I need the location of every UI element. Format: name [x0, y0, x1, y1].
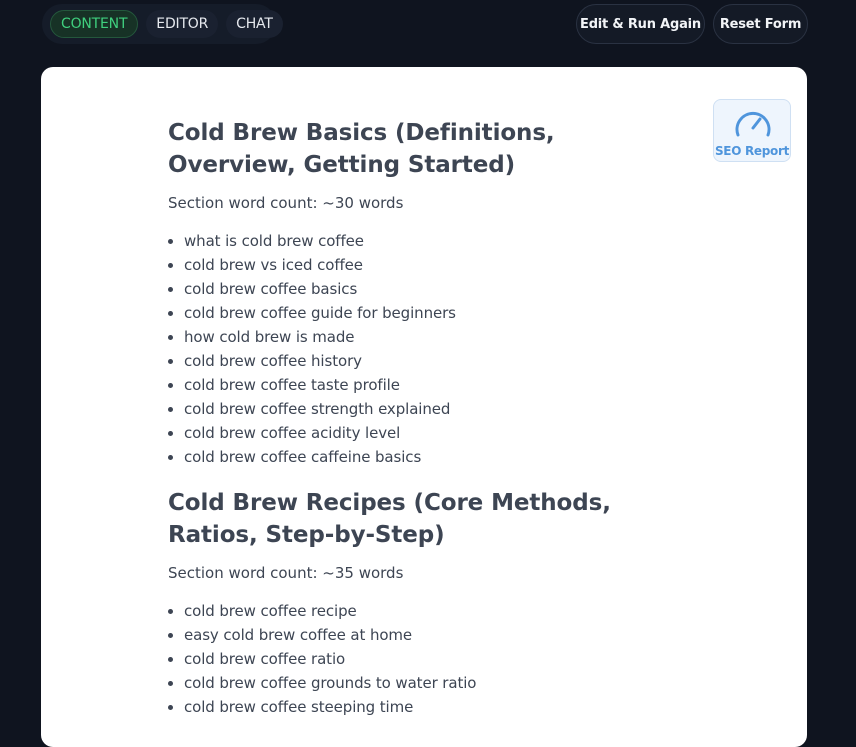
seo-report-label: SEO Report	[714, 144, 790, 158]
content-body: Cold Brew Basics (Definitions, Overview,…	[168, 117, 688, 719]
keyword-list: cold brew coffee recipe easy cold brew c…	[168, 599, 688, 719]
section-basics: Cold Brew Basics (Definitions, Overview,…	[168, 117, 688, 469]
content-card: SEO Report Cold Brew Basics (Definitions…	[41, 67, 807, 747]
list-item: cold brew coffee basics	[184, 277, 688, 301]
list-item: cold brew coffee ratio	[184, 647, 688, 671]
section-word-count: Section word count: ~35 words	[168, 564, 404, 582]
seo-report-button[interactable]: SEO Report	[713, 99, 791, 162]
section-title: Cold Brew Basics (Definitions, Overview,…	[168, 120, 555, 178]
list-item: cold brew coffee history	[184, 349, 688, 373]
section-recipes: Cold Brew Recipes (Core Methods, Ratios,…	[168, 487, 688, 719]
section-word-count: Section word count: ~30 words	[168, 194, 404, 212]
tab-editor[interactable]: EDITOR	[146, 10, 219, 38]
tab-chat[interactable]: CHAT	[226, 10, 283, 38]
view-tabs: CONTENT EDITOR CHAT	[42, 4, 283, 44]
list-item: cold brew coffee guide for beginners	[184, 301, 688, 325]
list-item: cold brew coffee strength explained	[184, 397, 688, 421]
section-title: Cold Brew Recipes (Core Methods, Ratios,…	[168, 490, 611, 548]
gauge-icon	[735, 112, 771, 137]
list-item: cold brew coffee acidity level	[184, 421, 688, 445]
edit-run-again-button[interactable]: Edit & Run Again	[576, 4, 705, 44]
list-item: cold brew coffee steeping time	[184, 695, 688, 719]
list-item: cold brew coffee recipe	[184, 599, 688, 623]
list-item: easy cold brew coffee at home	[184, 623, 688, 647]
list-item: cold brew coffee caffeine basics	[184, 445, 688, 469]
list-item: how cold brew is made	[184, 325, 688, 349]
list-item: what is cold brew coffee	[184, 229, 688, 253]
list-item: cold brew coffee grounds to water ratio	[184, 671, 688, 695]
list-item: cold brew coffee taste profile	[184, 373, 688, 397]
tab-content[interactable]: CONTENT	[50, 10, 139, 38]
keyword-list: what is cold brew coffee cold brew vs ic…	[168, 229, 688, 469]
reset-form-button[interactable]: Reset Form	[713, 4, 808, 44]
list-item: cold brew vs iced coffee	[184, 253, 688, 277]
